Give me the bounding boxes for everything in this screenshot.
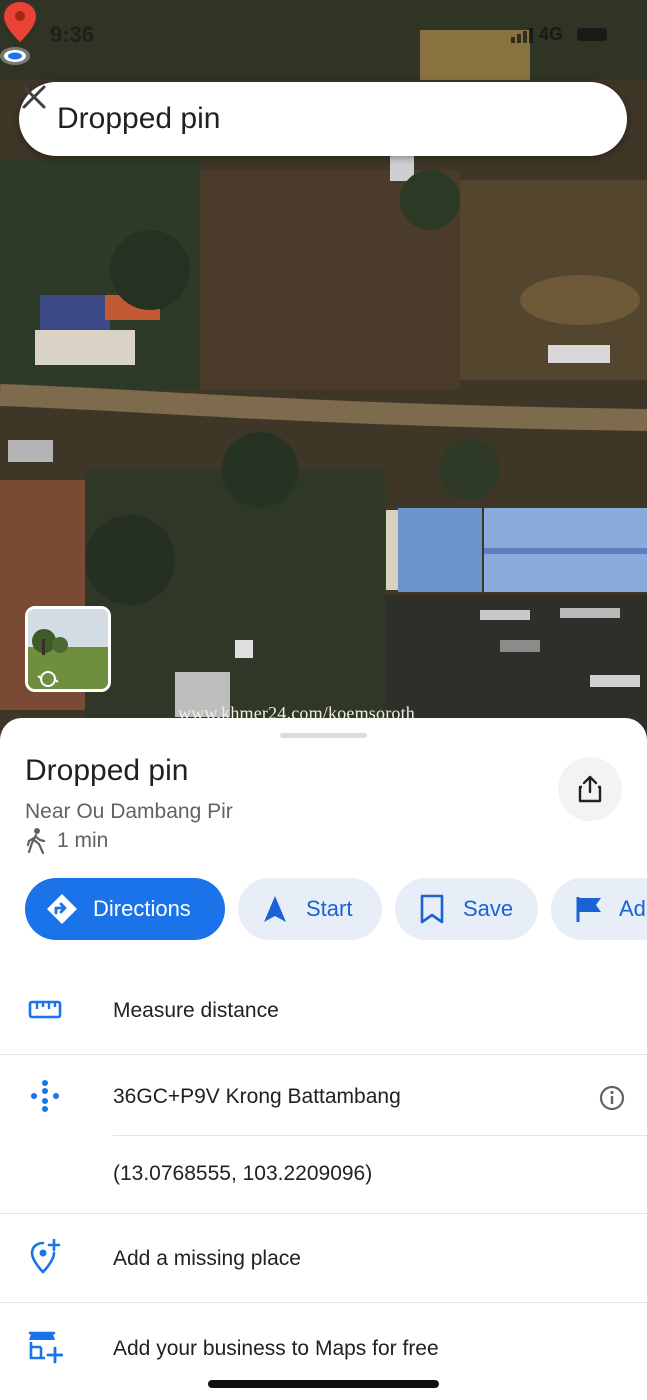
measure-distance-row[interactable]: Measure distance: [0, 982, 647, 1052]
sheet-drag-handle[interactable]: [280, 733, 367, 738]
share-icon: [578, 775, 602, 803]
divider: [0, 1054, 647, 1055]
add-label-button[interactable]: Ad: [551, 878, 647, 940]
coordinates-text: (13.0768555, 103.2209096): [113, 1162, 373, 1185]
status-time: 9:36: [50, 22, 95, 47]
navigation-arrow-icon: [262, 895, 288, 923]
save-button[interactable]: Save: [395, 878, 538, 940]
network-type: 4G: [538, 24, 563, 44]
divider: [0, 1213, 647, 1214]
directions-button[interactable]: Directions: [25, 878, 225, 940]
place-title: Dropped pin: [25, 754, 189, 787]
battery-icon: [577, 28, 607, 41]
directions-icon: [45, 893, 79, 925]
ruler-icon: [25, 990, 65, 1030]
walking-icon: [26, 828, 46, 854]
plus-code-row[interactable]: 36GC+P9V Krong Battambang: [0, 1068, 647, 1138]
walk-time-label: 1 min: [57, 829, 109, 852]
walk-time: 1 min: [25, 828, 108, 854]
flag-icon: [575, 895, 603, 923]
info-icon[interactable]: [599, 1085, 625, 1111]
search-title: Dropped pin: [57, 102, 221, 135]
measure-distance-label: Measure distance: [113, 999, 279, 1022]
add-missing-place-row[interactable]: Add a missing place: [0, 1223, 647, 1298]
add-place-icon: [25, 1237, 65, 1277]
directions-label: Directions: [93, 896, 191, 921]
add-business-row[interactable]: Add your business to Maps for free: [0, 1313, 647, 1388]
save-label: Save: [463, 896, 514, 921]
search-bar[interactable]: Dropped pin: [19, 82, 627, 156]
add-label-text: Ad: [619, 896, 646, 921]
close-icon[interactable]: [19, 82, 49, 112]
plus-code-text: 36GC+P9V Krong Battambang: [113, 1085, 401, 1108]
start-button[interactable]: Start: [238, 878, 382, 940]
action-chips: Directions Start Save Ad: [25, 878, 647, 942]
add-business-label: Add your business to Maps for free: [113, 1337, 439, 1360]
bookmark-icon: [419, 894, 445, 924]
coordinates-row[interactable]: (13.0768555, 103.2209096): [0, 1146, 647, 1206]
signal-icon: [510, 27, 533, 43]
divider: [0, 1302, 647, 1303]
share-button[interactable]: [558, 757, 622, 821]
add-business-icon: [25, 1327, 65, 1367]
start-label: Start: [306, 896, 353, 921]
plus-code-icon: [25, 1076, 65, 1116]
home-indicator[interactable]: [208, 1380, 439, 1388]
dropped-pin-icon[interactable]: [0, 0, 44, 70]
status-indicators: 4G: [510, 24, 607, 45]
street-view-image: [28, 609, 108, 689]
place-sheet: Dropped pin Near Ou Dambang Pir 1 min Di…: [0, 718, 647, 1400]
street-view-thumbnail[interactable]: [25, 606, 111, 692]
add-missing-place-label: Add a missing place: [113, 1247, 301, 1270]
divider: [113, 1135, 647, 1136]
place-subtitle: Near Ou Dambang Pir: [25, 800, 233, 823]
status-bar: 9:36 4G: [0, 0, 647, 60]
map-view[interactable]: 9:36 4G Dropped pin www.khmer24.com/koem…: [0, 0, 647, 740]
